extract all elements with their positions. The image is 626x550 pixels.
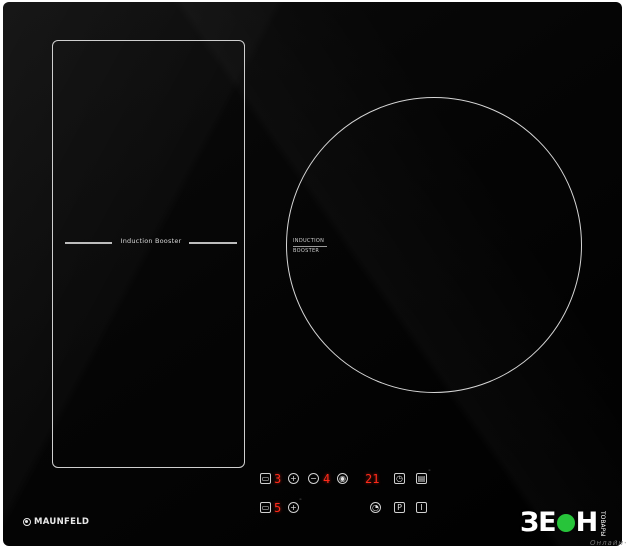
zone1b-plus-button[interactable]: +	[288, 502, 299, 513]
watermark-text-left: ЗЕ	[520, 507, 557, 538]
brand-name: MAUNFELD	[34, 517, 90, 527]
zone1b-indicator-icon: ◦	[299, 497, 302, 503]
indicator-dot-icon: ◦	[428, 468, 431, 474]
watermark-side-text: ТОВАРЫ	[599, 511, 606, 537]
zone1-level-display: 3	[274, 472, 282, 486]
round-cooking-zone	[286, 97, 582, 393]
brand-logo: MAUNFELD	[23, 517, 89, 527]
zone2-minus-button[interactable]: −	[308, 473, 319, 484]
on-off-button[interactable]: I	[416, 502, 427, 513]
round-zone-label-divider	[293, 246, 327, 247]
lock-icon[interactable]: ◔	[370, 502, 381, 513]
flex-zone-label: Induction Booster	[120, 237, 182, 245]
booster-line-right	[189, 242, 237, 244]
flex-cooking-zone	[52, 40, 245, 468]
watermark-text-right: Н	[575, 507, 599, 538]
brand-mark-icon	[23, 518, 31, 526]
timer-display: 21	[365, 472, 380, 486]
zone1-plus-button[interactable]: +	[288, 473, 299, 484]
cooktop-glass: Induction Booster INDUCTION BOOSTER ▭ 3 …	[3, 2, 622, 546]
zone1b-select-icon[interactable]: ▭	[260, 502, 271, 513]
zone1-select-icon[interactable]: ▭	[260, 473, 271, 484]
round-zone-label-line2: BOOSTER	[293, 248, 320, 254]
round-zone-label-line1: INDUCTION	[293, 238, 325, 244]
bridge-icon[interactable]: ▤	[416, 473, 427, 484]
power-boost-button[interactable]: P	[394, 502, 405, 513]
watermark-power-icon	[556, 514, 575, 532]
watermark-logo: ЗЕ Н	[520, 507, 599, 538]
store-watermark: ЗЕ Н ТОВАРЫ Онлайн+	[520, 505, 626, 549]
zone2-boost-icon[interactable]: ◉	[337, 473, 348, 484]
zone1b-level-display: 5	[274, 501, 282, 515]
watermark-sub-text: Онлайн+	[590, 539, 626, 547]
round-zone-label: INDUCTION BOOSTER	[293, 238, 327, 255]
timer-icon[interactable]: ◷	[394, 473, 405, 484]
zone2-level-display: 4	[323, 472, 331, 486]
booster-line-left	[65, 242, 112, 244]
